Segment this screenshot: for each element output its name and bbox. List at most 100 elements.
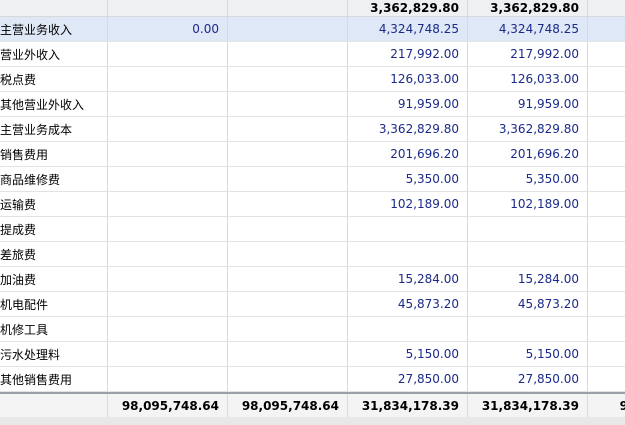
row-cell-4 <box>468 317 588 341</box>
row-name-cell: 机修工具 <box>0 317 108 341</box>
table-row[interactable]: 商品维修费 5,350.00 5,350.00 <box>0 167 625 192</box>
row-cell-2 <box>228 117 348 141</box>
row-cell-2 <box>228 92 348 116</box>
row-name-cell: 污水处理料 <box>0 342 108 366</box>
row-cell-3: 217,992.00 <box>348 42 468 66</box>
row-cell-3: 5,350.00 <box>348 167 468 191</box>
row-name-cell: 商品维修费 <box>0 167 108 191</box>
row-cell-3: 126,033.00 <box>348 67 468 91</box>
row-cell-2 <box>228 242 348 266</box>
row-cell-4: 4,324,748.25 <box>468 17 588 41</box>
table-row[interactable]: 提成费 <box>0 217 625 242</box>
header-cell-2 <box>228 0 348 16</box>
row-name-cell: 其他销售费用 <box>0 367 108 391</box>
row-cell-2 <box>228 292 348 316</box>
row-cell-2 <box>228 267 348 291</box>
row-cell-1: 0.00 <box>108 17 228 41</box>
row-cell-1 <box>108 117 228 141</box>
header-cell-5 <box>588 0 625 16</box>
row-name-cell: 主营业务收入 <box>0 17 108 41</box>
row-cell-4: 217,992.00 <box>468 42 588 66</box>
row-cell-3: 201,696.20 <box>348 142 468 166</box>
row-cell-1 <box>108 242 228 266</box>
row-cell-2 <box>228 42 348 66</box>
row-cell-4: 3,362,829.80 <box>468 117 588 141</box>
row-cell-2 <box>228 317 348 341</box>
table-row[interactable]: 运输费 102,189.00 102,189.00 <box>0 192 625 217</box>
row-cell-4: 5,350.00 <box>468 167 588 191</box>
row-name-cell: 机电配件 <box>0 292 108 316</box>
row-cell-5 <box>588 267 625 291</box>
table-row[interactable]: 机修工具 <box>0 317 625 342</box>
row-cell-5 <box>588 142 625 166</box>
table-row[interactable]: 主营业务成本 3,362,829.80 3,362,829.80 <box>0 117 625 142</box>
row-cell-5 <box>588 92 625 116</box>
row-cell-5 <box>588 17 625 41</box>
row-name-cell: 运输费 <box>0 192 108 216</box>
table-row[interactable]: 营业外收入 217,992.00 217,992.00 <box>0 42 625 67</box>
row-cell-1 <box>108 142 228 166</box>
row-cell-5 <box>588 192 625 216</box>
table-row[interactable]: 销售费用 201,696.20 201,696.20 <box>0 142 625 167</box>
row-cell-2 <box>228 342 348 366</box>
row-cell-5 <box>588 217 625 241</box>
table-body: 主营业务收入 0.00 4,324,748.25 4,324,748.25 营业外收入 2… <box>0 17 625 392</box>
row-cell-3: 5,150.00 <box>348 342 468 366</box>
row-cell-5 <box>588 242 625 266</box>
table-row[interactable]: 其他销售费用 27,850.00 27,850.00 <box>0 367 625 392</box>
header-cell-4: 3,362,829.80 <box>468 0 588 16</box>
table-row[interactable]: 税点费 126,033.00 126,033.00 <box>0 67 625 92</box>
row-cell-4: 201,696.20 <box>468 142 588 166</box>
ledger-grid: 3,362,829.80 3,362,829.80 主营业务收入 0.00 4,32… <box>0 0 625 392</box>
row-name-cell: 差旅费 <box>0 242 108 266</box>
row-cell-2 <box>228 367 348 391</box>
row-cell-5 <box>588 342 625 366</box>
row-name-cell: 营业外收入 <box>0 42 108 66</box>
table-row[interactable]: 污水处理料 5,150.00 5,150.00 <box>0 342 625 367</box>
table-row[interactable]: 机电配件 45,873.20 45,873.20 <box>0 292 625 317</box>
table-row[interactable]: 差旅费 <box>0 242 625 267</box>
row-cell-4: 91,959.00 <box>468 92 588 116</box>
row-cell-3: 27,850.00 <box>348 367 468 391</box>
header-cell-name <box>0 0 108 16</box>
row-cell-5 <box>588 167 625 191</box>
row-cell-5 <box>588 42 625 66</box>
table-row[interactable]: 主营业务收入 0.00 4,324,748.25 4,324,748.25 <box>0 17 625 42</box>
row-cell-2 <box>228 167 348 191</box>
row-name-cell: 税点费 <box>0 67 108 91</box>
row-cell-5 <box>588 317 625 341</box>
header-cell-1 <box>108 0 228 16</box>
header-row: 3,362,829.80 3,362,829.80 <box>0 0 625 17</box>
row-cell-4 <box>468 217 588 241</box>
row-cell-1 <box>108 367 228 391</box>
row-cell-5 <box>588 67 625 91</box>
horizontal-scrollbar[interactable] <box>0 417 625 425</box>
row-cell-4: 15,284.00 <box>468 267 588 291</box>
row-cell-1 <box>108 217 228 241</box>
row-cell-2 <box>228 192 348 216</box>
totals-cell-2: 98,095,748.64 <box>228 394 348 417</box>
row-cell-1 <box>108 342 228 366</box>
row-cell-4: 5,150.00 <box>468 342 588 366</box>
row-name-cell: 销售费用 <box>0 142 108 166</box>
row-cell-3: 3,362,829.80 <box>348 117 468 141</box>
row-cell-3: 91,959.00 <box>348 92 468 116</box>
row-cell-1 <box>108 167 228 191</box>
row-cell-3 <box>348 242 468 266</box>
row-cell-2 <box>228 67 348 91</box>
row-cell-4: 45,873.20 <box>468 292 588 316</box>
row-cell-1 <box>108 92 228 116</box>
totals-cell-4: 31,834,178.39 <box>468 394 588 417</box>
row-cell-1 <box>108 67 228 91</box>
row-cell-1 <box>108 192 228 216</box>
table-row[interactable]: 其他营业外收入 91,959.00 91,959.00 <box>0 92 625 117</box>
row-cell-5 <box>588 292 625 316</box>
row-name-cell: 提成费 <box>0 217 108 241</box>
totals-cell-name <box>0 394 108 417</box>
table-row[interactable]: 加油费 15,284.00 15,284.00 <box>0 267 625 292</box>
row-cell-5 <box>588 367 625 391</box>
row-name-cell: 加油费 <box>0 267 108 291</box>
row-name-cell: 主营业务成本 <box>0 117 108 141</box>
row-cell-2 <box>228 17 348 41</box>
row-cell-1 <box>108 292 228 316</box>
